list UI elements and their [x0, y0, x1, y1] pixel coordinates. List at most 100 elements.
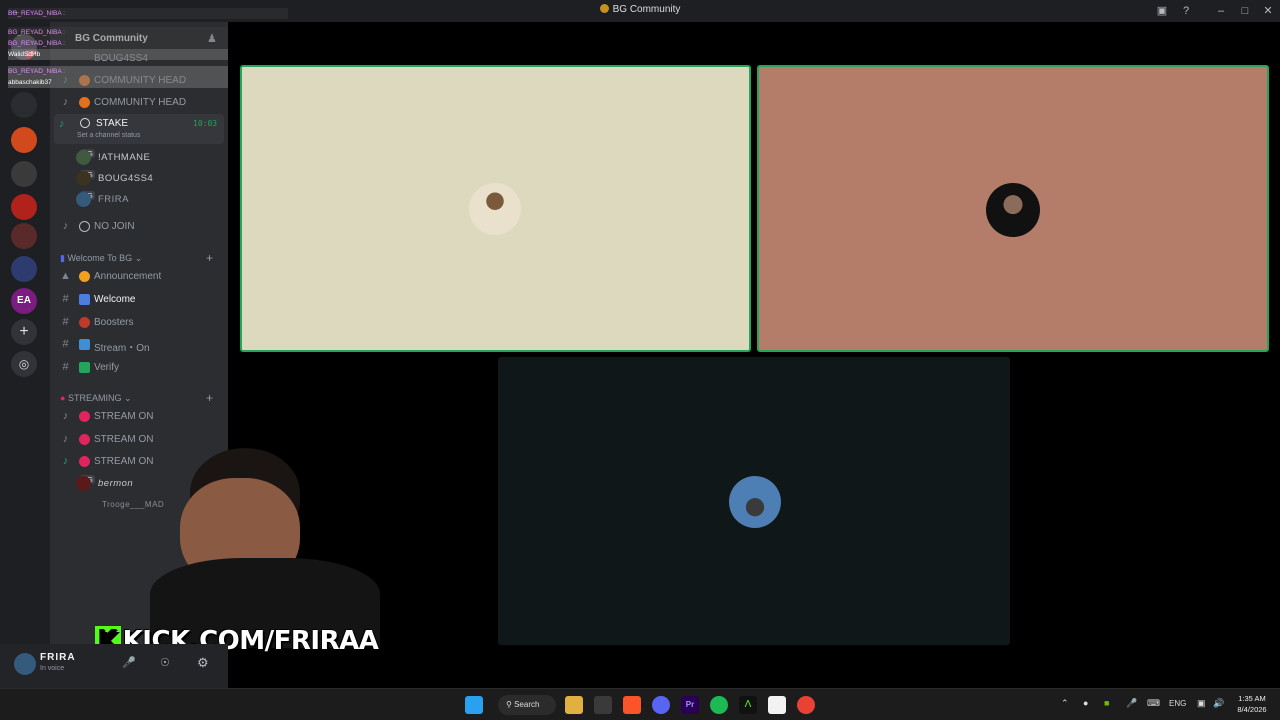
announcement-icon: ▲	[60, 270, 71, 282]
volume-icon[interactable]: 🔊	[1213, 698, 1224, 709]
voice-stage	[228, 22, 1280, 688]
voice-channel-community-head-2[interactable]: ♪ COMMUNITY HEAD	[50, 93, 228, 113]
avatar	[76, 171, 91, 186]
category-streaming[interactable]: ● STREAMING ⌄ +	[60, 391, 213, 405]
add-channel-icon[interactable]: +	[206, 391, 213, 405]
active-voice-channel[interactable]: ♪ STAKE 10:03 Set a channel status	[54, 114, 224, 144]
windows-start-icon[interactable]	[465, 696, 483, 714]
voice-channel-stream-2[interactable]: ♪ STREAM ON	[50, 430, 228, 450]
participant-avatar	[986, 183, 1040, 237]
channel-welcome[interactable]: # Welcome	[50, 290, 228, 310]
headphones-icon[interactable]: ☉	[160, 656, 170, 669]
keyboard-icon[interactable]: ⌨	[1147, 698, 1160, 709]
emoji-icon	[79, 411, 90, 422]
emoji-icon	[79, 294, 90, 305]
channel-verify[interactable]: # Verify	[50, 358, 228, 378]
participant-avatar	[469, 183, 521, 235]
voice-member[interactable]: FRIRABG	[76, 191, 129, 209]
hash-icon: #	[62, 293, 69, 305]
taskbar-search[interactable]: ⚲ Search	[498, 695, 556, 715]
voice-member[interactable]: BOUG4SS4BG	[76, 170, 153, 188]
voice-timer: 10:03	[193, 119, 218, 128]
participant-tile-3[interactable]	[498, 357, 1010, 645]
user-avatar[interactable]	[14, 653, 36, 675]
channel-stream-on[interactable]: # Stream・On	[50, 335, 228, 355]
user-status: In voice	[40, 665, 65, 672]
no-entry-icon	[80, 118, 90, 128]
channel-boosters[interactable]: # Boosters	[50, 313, 228, 333]
chevron-down-icon: ⌄	[123, 393, 132, 403]
brave-browser-icon[interactable]	[623, 696, 641, 714]
participant-tile-1[interactable]	[240, 65, 751, 352]
server-icon-ea[interactable]: EA	[11, 288, 37, 314]
emoji-icon	[79, 271, 90, 282]
voice-member[interactable]: !ATHMANEBG	[76, 149, 150, 167]
maximize-button[interactable]: □	[1237, 3, 1253, 19]
server-icon-stake[interactable]	[11, 127, 37, 153]
participant-tile-2[interactable]	[757, 65, 1269, 352]
minimize-button[interactable]: –	[1213, 3, 1229, 19]
voice-channel-no-join[interactable]: ♪ NO JOIN	[50, 217, 228, 237]
microphone-icon[interactable]: 🎤	[1126, 698, 1137, 709]
speaker-icon: ♪	[62, 96, 69, 108]
server-icon-7[interactable]	[11, 256, 37, 282]
dot-icon: ●	[60, 393, 66, 403]
settings-gear-icon[interactable]: ⚙	[197, 655, 209, 671]
channel-announcement[interactable]: ▲ Announcement	[50, 267, 228, 287]
help-icon[interactable]: ?	[1178, 3, 1194, 19]
microphone-icon[interactable]: 🎤	[122, 656, 136, 669]
app-icon[interactable]	[594, 696, 612, 714]
server-icon-6[interactable]	[11, 223, 37, 249]
language-indicator[interactable]: ENG	[1169, 699, 1186, 708]
voice-channel-stream-1[interactable]: ♪ STREAM ON	[50, 407, 228, 427]
hash-icon: #	[62, 316, 69, 328]
hash-icon: #	[62, 338, 69, 350]
set-status-link[interactable]: Set a channel status	[77, 132, 140, 139]
user-panel: FRIRA In voice 🎤 ☉ ⚙	[0, 644, 228, 688]
server-icon-5[interactable]	[11, 194, 37, 220]
add-channel-icon[interactable]: +	[206, 251, 213, 265]
chevron-up-icon[interactable]: ⌃	[1061, 698, 1069, 709]
check-icon	[79, 362, 90, 373]
discord-icon[interactable]	[652, 696, 670, 714]
speaker-icon: ♪	[59, 118, 65, 130]
avatar	[76, 150, 91, 165]
spotify-icon[interactable]	[710, 696, 728, 714]
chrome-icon[interactable]	[797, 696, 815, 714]
add-server-icon[interactable]: +	[11, 319, 37, 345]
participant-avatar	[729, 476, 781, 528]
search-icon: ⚲	[506, 700, 512, 709]
category-welcome[interactable]: ▮ Welcome To BG ⌄ +	[60, 251, 213, 265]
emoji-icon	[79, 434, 90, 445]
clock-time: 1:35 AM	[1238, 694, 1266, 703]
webcam-overlay	[150, 448, 380, 648]
inbox-icon[interactable]: ▣	[1154, 3, 1170, 19]
close-button[interactable]: ✕	[1260, 3, 1276, 19]
bookmark-icon: ▮	[60, 253, 65, 263]
file-explorer-icon[interactable]	[565, 696, 583, 714]
clock[interactable]: 1:35 AM 8/4/2026	[1232, 693, 1272, 715]
speaker-icon: ♪	[62, 433, 69, 445]
emoji-icon	[79, 97, 90, 108]
channel-label: STAKE	[96, 118, 129, 129]
voice-member[interactable]: bermonBG	[76, 475, 133, 493]
server-icon-noire[interactable]	[11, 161, 37, 187]
notepad-icon[interactable]	[768, 696, 786, 714]
discover-icon[interactable]: ◎	[11, 351, 37, 377]
premiere-pro-icon[interactable]: Pr	[681, 696, 699, 714]
nvidia-icon[interactable]: ■	[1104, 698, 1109, 708]
emoji-icon	[79, 339, 90, 350]
overlay-line: BG_REYAD_NIBA :	[8, 8, 288, 19]
no-entry-icon	[79, 221, 90, 232]
tray-icon[interactable]: ●	[1083, 698, 1088, 708]
emoji-icon	[79, 456, 90, 467]
speaker-icon: ♪	[62, 220, 69, 232]
network-icon[interactable]: ▣	[1197, 698, 1206, 709]
avatar	[76, 476, 91, 491]
hash-icon: #	[62, 361, 69, 373]
avatar	[76, 192, 91, 207]
chevron-down-icon: ⌄	[134, 253, 143, 263]
server-icon-2[interactable]	[11, 92, 37, 118]
speaker-icon: ♪	[62, 410, 69, 422]
app-icon[interactable]: Λ	[739, 696, 757, 714]
